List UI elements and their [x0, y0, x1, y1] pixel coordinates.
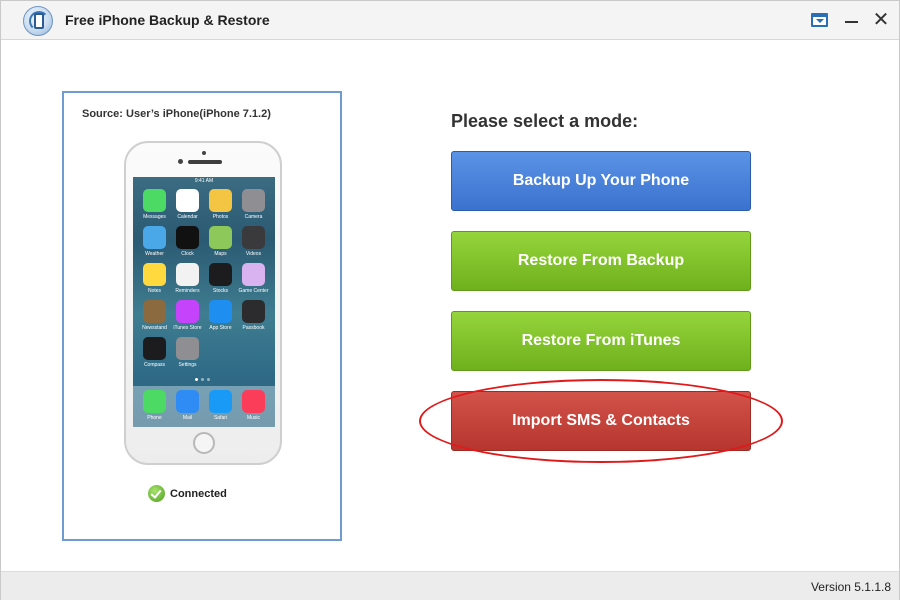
phone-camera — [202, 151, 206, 155]
app-label: Calendar — [177, 214, 198, 220]
music-app-icon — [242, 390, 265, 413]
app-label: iTunes Store — [173, 325, 202, 331]
app-label: Maps — [214, 251, 227, 257]
compass-app-icon — [143, 337, 166, 360]
safari-app-icon — [209, 390, 232, 413]
close-icon: ✕ — [872, 9, 890, 31]
phone-app-icon — [143, 390, 166, 413]
home-app-settings: Settings — [171, 337, 204, 368]
connection-status: Connected — [148, 485, 227, 502]
home-app-newsstand: Newsstand — [138, 300, 171, 331]
photos-app-icon — [209, 189, 232, 212]
check-icon — [148, 485, 165, 502]
dock-app-phone: Phone — [138, 390, 171, 421]
phone-dock: Phone Mail Safari Music — [133, 386, 275, 427]
game-center-app-icon — [242, 263, 265, 286]
phone-screen: 9:41 AM Messages Calendar Photos Camera Weat… — [133, 177, 275, 427]
home-app-photos: Photos — [204, 189, 237, 220]
source-device-panel: Source: User’s iPhone(iPhone 7.1.2) 9:41… — [62, 91, 342, 541]
weather-app-icon — [143, 226, 166, 249]
home-app-notes: Notes — [138, 263, 171, 294]
title-bar[interactable]: Free iPhone Backup & Restore ✕ — [1, 1, 899, 40]
menu-dropdown-button[interactable] — [809, 10, 829, 30]
maps-app-icon — [209, 226, 232, 249]
phone-speaker — [188, 160, 222, 164]
dropdown-menu-icon — [810, 13, 828, 27]
home-app-camera: Camera — [237, 189, 270, 220]
app-label: Photos — [212, 214, 229, 220]
app-label: Camera — [244, 214, 263, 220]
source-label: Source: User’s iPhone(iPhone 7.1.2) — [82, 108, 271, 120]
dock-app-safari: Safari — [204, 390, 237, 421]
messages-app-icon — [143, 189, 166, 212]
home-app-videos: Videos — [237, 226, 270, 257]
iphone-image: 9:41 AM Messages Calendar Photos Camera Weat… — [124, 141, 282, 465]
app-label: Clock — [181, 251, 194, 257]
camera-app-icon — [242, 189, 265, 212]
home-app-maps: Maps — [204, 226, 237, 257]
passbook-app-icon — [242, 300, 265, 323]
import-sms-contacts-button[interactable]: Import SMS & Contacts — [451, 391, 751, 451]
window-title: Free iPhone Backup & Restore — [65, 12, 270, 28]
connection-status-label: Connected — [170, 487, 227, 500]
home-app-compass: Compass — [138, 337, 171, 368]
app-grid: Messages Calendar Photos Camera Weather Clock… — [138, 189, 270, 368]
home-app-calendar: Calendar — [171, 189, 204, 220]
app-label: Mail — [182, 415, 193, 421]
videos-app-icon — [242, 226, 265, 249]
app-label: Phone — [147, 415, 162, 421]
app-label: Videos — [245, 251, 262, 257]
itunes-store-app-icon — [176, 300, 199, 323]
home-app-clock: Clock — [171, 226, 204, 257]
home-app-stocks: Stocks — [204, 263, 237, 294]
app-label: Weather — [145, 251, 164, 257]
app-label: Notes — [147, 288, 162, 294]
restore-from-itunes-button[interactable]: Restore From iTunes — [451, 311, 751, 371]
dock-app-mail: Mail — [171, 390, 204, 421]
app-label: Music — [246, 415, 261, 421]
home-app-app-store: App Store — [204, 300, 237, 331]
minimize-button[interactable] — [841, 10, 861, 30]
app-window: Free iPhone Backup & Restore ✕ Source: U… — [0, 0, 900, 600]
mail-app-icon — [176, 390, 199, 413]
minimize-icon — [844, 21, 858, 23]
clock-app-icon — [176, 226, 199, 249]
app-label: Passbook — [242, 325, 265, 331]
app-label: App Store — [209, 325, 232, 331]
app-label: Game Center — [238, 288, 269, 294]
home-button — [193, 432, 215, 454]
dock-app-music: Music — [237, 390, 270, 421]
page-dots — [195, 378, 215, 382]
settings-app-icon — [176, 337, 199, 360]
calendar-app-icon — [176, 189, 199, 212]
home-app-messages: Messages — [138, 189, 171, 220]
app-store-app-icon — [209, 300, 232, 323]
notes-app-icon — [143, 263, 166, 286]
app-label: Stocks — [212, 288, 228, 294]
phone-status-bar: 9:41 AM — [194, 178, 214, 184]
home-app-weather: Weather — [138, 226, 171, 257]
app-label: Messages — [143, 214, 166, 220]
stocks-app-icon — [209, 263, 232, 286]
version-label: Version 5.1.1.8 — [810, 580, 891, 594]
app-label: Safari — [213, 415, 228, 421]
home-app-itunes-store: iTunes Store — [171, 300, 204, 331]
mode-title: Please select a mode: — [451, 111, 639, 131]
home-app-game-center: Game Center — [237, 263, 270, 294]
backup-phone-button[interactable]: Backup Up Your Phone — [451, 151, 751, 211]
app-label: Settings — [178, 362, 197, 368]
reminders-app-icon — [176, 263, 199, 286]
app-logo-icon — [23, 6, 53, 36]
status-bar: Version 5.1.1.8 — [1, 571, 899, 600]
home-app-passbook: Passbook — [237, 300, 270, 331]
dock-grid: Phone Mail Safari Music — [138, 390, 270, 421]
restore-from-backup-button[interactable]: Restore From Backup — [451, 231, 751, 291]
app-label: Compass — [143, 362, 166, 368]
home-app-reminders: Reminders — [171, 263, 204, 294]
app-label: Reminders — [175, 288, 200, 294]
phone-front-camera — [178, 159, 183, 164]
app-label: Newsstand — [142, 325, 167, 331]
newsstand-app-icon — [143, 300, 166, 323]
close-button[interactable]: ✕ — [871, 10, 891, 30]
